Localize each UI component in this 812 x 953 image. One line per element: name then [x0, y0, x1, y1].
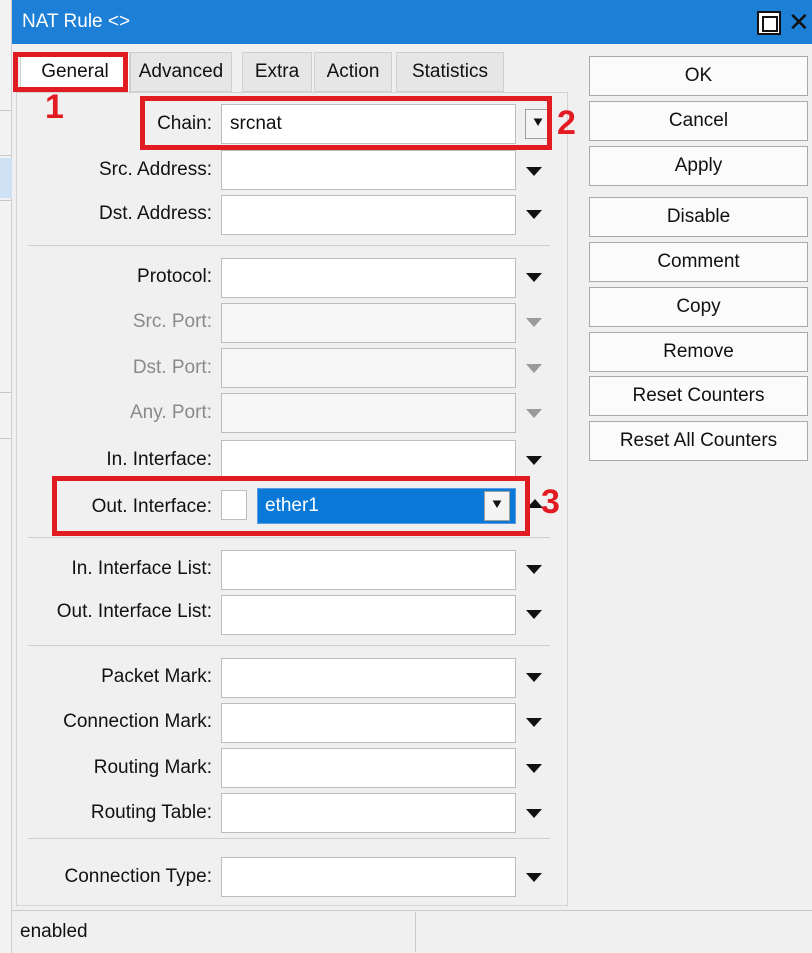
- tab-advanced[interactable]: Advanced: [130, 52, 232, 92]
- window-title: NAT Rule <>: [22, 11, 131, 32]
- in-interface-dropdown-icon[interactable]: [526, 456, 542, 465]
- out-interface-list-input[interactable]: [221, 595, 516, 635]
- copy-button[interactable]: Copy: [589, 287, 808, 327]
- packet-mark-input[interactable]: [221, 658, 516, 698]
- packet-mark-dropdown-icon[interactable]: [526, 673, 542, 682]
- remove-button[interactable]: Remove: [589, 332, 808, 372]
- protocol-dropdown-icon[interactable]: [526, 273, 542, 282]
- annotation-number-2: 2: [557, 104, 576, 142]
- connection-type-dropdown-icon[interactable]: [526, 873, 542, 882]
- in-interface-list-input[interactable]: [221, 550, 516, 590]
- status-bar: [12, 910, 812, 953]
- routing-mark-input[interactable]: [221, 748, 516, 788]
- title-bar: [12, 0, 812, 44]
- comment-button[interactable]: Comment: [589, 242, 808, 282]
- dst-address-input[interactable]: [221, 195, 516, 235]
- routing-table-input[interactable]: [221, 793, 516, 833]
- tab-extra[interactable]: Extra: [242, 52, 312, 92]
- separator: [28, 645, 550, 646]
- tab-statistics[interactable]: Statistics: [396, 52, 504, 92]
- cancel-button[interactable]: Cancel: [589, 101, 808, 141]
- reset-counters-button[interactable]: Reset Counters: [589, 376, 808, 416]
- connection-mark-label: Connection Mark:: [63, 711, 212, 732]
- maximize-button[interactable]: [757, 11, 781, 35]
- separator: [28, 838, 550, 839]
- apply-button[interactable]: Apply: [589, 146, 808, 186]
- protocol-label: Protocol:: [137, 266, 212, 287]
- connection-mark-dropdown-icon[interactable]: [526, 718, 542, 727]
- in-interface-input[interactable]: [221, 440, 516, 480]
- connection-mark-input[interactable]: [221, 703, 516, 743]
- annotation-number-1: 1: [45, 88, 64, 126]
- out-interface-list-label: Out. Interface List:: [56, 601, 212, 622]
- connection-type-input[interactable]: [221, 857, 516, 897]
- any-port-label: Any. Port:: [129, 402, 212, 423]
- routing-mark-label: Routing Mark:: [93, 757, 212, 778]
- separator: [28, 537, 550, 538]
- reset-all-counters-button[interactable]: Reset All Counters: [589, 421, 808, 461]
- src-address-dropdown-icon[interactable]: [526, 167, 542, 176]
- dst-port-label: Dst. Port:: [132, 357, 212, 378]
- dst-port-input: [221, 348, 516, 388]
- status-divider: [415, 912, 416, 952]
- routing-mark-dropdown-icon[interactable]: [526, 764, 542, 773]
- connection-type-label: Connection Type:: [64, 866, 212, 887]
- src-port-input: [221, 303, 516, 343]
- separator: [28, 245, 550, 246]
- out-interface-list-dropdown-icon[interactable]: [526, 610, 542, 619]
- ok-button[interactable]: OK: [589, 56, 808, 96]
- annotation-box-3: [52, 476, 530, 536]
- dst-address-label: Dst. Address:: [99, 203, 212, 224]
- in-interface-list-label: In. Interface List:: [71, 558, 212, 579]
- in-interface-list-dropdown-icon[interactable]: [526, 565, 542, 574]
- dst-address-dropdown-icon[interactable]: [526, 210, 542, 219]
- background-window: [0, 0, 12, 953]
- protocol-input[interactable]: [221, 258, 516, 298]
- src-address-label: Src. Address:: [99, 159, 212, 180]
- annotation-number-3: 3: [541, 483, 560, 521]
- routing-table-label: Routing Table:: [90, 802, 212, 823]
- annotation-box-1: [13, 52, 128, 92]
- any-port-dropdown-icon: [526, 409, 542, 418]
- disable-button[interactable]: Disable: [589, 197, 808, 237]
- close-icon[interactable]: ✕: [788, 4, 810, 40]
- packet-mark-label: Packet Mark:: [101, 666, 212, 687]
- src-port-dropdown-icon: [526, 318, 542, 327]
- any-port-input: [221, 393, 516, 433]
- src-address-input[interactable]: [221, 150, 516, 190]
- annotation-box-2: [140, 96, 552, 150]
- tab-action[interactable]: Action: [314, 52, 392, 92]
- dst-port-dropdown-icon: [526, 364, 542, 373]
- status-text: enabled: [20, 921, 88, 942]
- src-port-label: Src. Port:: [132, 311, 212, 332]
- routing-table-dropdown-icon[interactable]: [526, 809, 542, 818]
